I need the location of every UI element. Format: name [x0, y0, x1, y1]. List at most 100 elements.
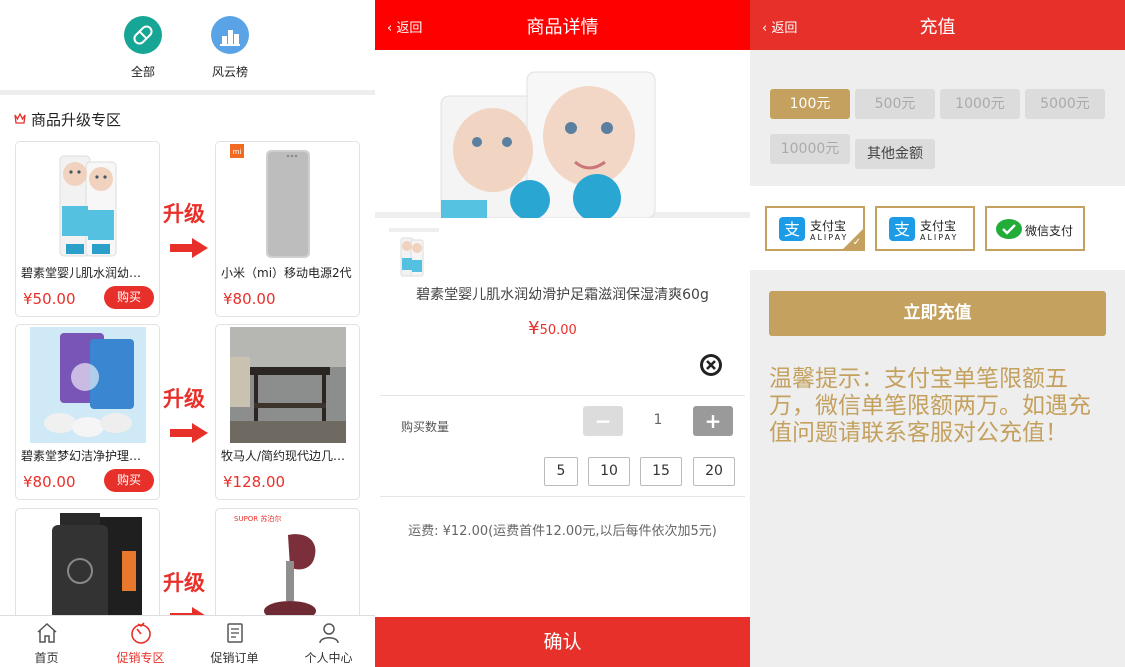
product-price: ¥80.00	[23, 473, 76, 491]
check-icon: ✓	[852, 237, 861, 248]
payment-label: 支付宝	[920, 219, 957, 233]
user-icon	[318, 623, 339, 644]
amount-option[interactable]: 5000元	[1025, 89, 1105, 119]
product-name: 小米（mi）移动电源2代	[221, 266, 352, 280]
product-card[interactable]: 牧马人/简约现代边几茶几 ¥128.00	[215, 324, 360, 500]
payment-label: 微信支付	[1025, 224, 1074, 238]
tab-profile[interactable]: 个人中心	[282, 616, 375, 667]
quantity-preset-button[interactable]: 5	[544, 457, 578, 486]
header-bar: ‹ 返回 充值	[750, 0, 1125, 50]
page-title: 商品详情	[526, 17, 599, 38]
upgrade-label: 升级	[163, 571, 205, 595]
product-name: 碧素堂婴儿肌水润幼滑护足霜滋润保湿清爽60g	[416, 287, 709, 303]
quantity-preset-button[interactable]: 15	[640, 457, 682, 486]
tab-orders[interactable]: 促销订单	[188, 616, 281, 667]
arrow-right-icon	[170, 423, 208, 443]
product-image	[30, 511, 146, 627]
svg-text:支: 支	[784, 220, 800, 239]
wechat-pay-icon	[995, 217, 1022, 241]
upgrade-label: 升级	[163, 387, 205, 411]
section-title: 商品升级专区	[14, 109, 121, 130]
quantity-preset-button[interactable]: 20	[693, 457, 735, 486]
product-card[interactable]: 碧素堂梦幻洁净护理兰花洗衣液 ¥80.00 购买	[15, 324, 160, 500]
quantity-minus-button[interactable]: −	[583, 406, 623, 436]
product-price: ¥128.00	[223, 473, 286, 491]
tab-home[interactable]: 首页	[0, 616, 93, 667]
product-name: 碧素堂梦幻洁净护理兰花洗衣液	[21, 449, 153, 463]
upgrade-indicator: 升级	[163, 383, 213, 453]
amount-option[interactable]: 500元	[855, 89, 935, 119]
divider	[380, 395, 745, 396]
confirm-button[interactable]: 确认	[375, 617, 750, 667]
price-value: 50.00	[539, 323, 577, 338]
product-hero-image	[375, 50, 750, 222]
buy-button[interactable]: 购买	[104, 286, 154, 309]
buy-button[interactable]: 购买	[104, 469, 154, 492]
divider	[380, 496, 745, 497]
quantity-preset-button[interactable]: 10	[588, 457, 630, 486]
amount-option[interactable]: 1000元	[940, 89, 1020, 119]
payment-option-alipay[interactable]: 支 支付宝 ALIPAY ✓	[765, 206, 865, 251]
page-title: 充值	[919, 17, 956, 38]
tab-promotion[interactable]: 促销专区	[94, 616, 187, 667]
quantity-value[interactable]: 1	[638, 412, 678, 428]
promotion-icon	[130, 622, 151, 644]
divider	[0, 90, 375, 95]
amount-option[interactable]: 100元	[770, 89, 850, 119]
product-price: ¥50.00	[23, 290, 76, 308]
other-amount-option[interactable]: 其他金额	[855, 139, 935, 169]
ranking-icon	[211, 16, 249, 54]
svg-text:mi: mi	[233, 148, 242, 156]
product-name: 牧马人/简约现代边几茶几	[221, 449, 353, 463]
currency-symbol: ¥	[528, 318, 540, 339]
payment-label: 支付宝	[810, 219, 847, 233]
quantity-plus-button[interactable]: +	[693, 406, 733, 436]
category-ranking[interactable]: 风云榜	[200, 16, 260, 80]
upgrade-label: 升级	[163, 202, 205, 226]
alipay-icon: 支	[889, 217, 915, 241]
home-icon	[37, 622, 56, 643]
category-all[interactable]: 全部	[113, 16, 173, 80]
product-card[interactable]: mi 小米（mi）移动电源2代 ¥80.00	[215, 141, 360, 317]
shipping-info: 运费: ¥12.00(运费首件12.00元,以后每件依次加5元)	[408, 524, 717, 539]
tab-label: 促销专区	[116, 651, 165, 665]
amount-option[interactable]: 10000元	[770, 134, 850, 164]
tips-text: 温馨提示：支付宝单笔限额五万，微信单笔限额两万。如遇充值问题请联系客服对公充值！	[769, 366, 1091, 446]
payment-option-alipay[interactable]: 支 支付宝 ALIPAY	[875, 206, 975, 251]
svg-text:SUPOR 苏泊尔: SUPOR 苏泊尔	[234, 514, 281, 523]
alipay-icon: 支	[779, 217, 805, 241]
order-icon	[226, 623, 243, 643]
pill-icon	[124, 16, 162, 54]
tab-label: 个人中心	[304, 651, 353, 665]
product-image	[30, 327, 146, 443]
category-bar: 全部 风云榜	[0, 0, 375, 90]
category-label: 全部	[130, 65, 155, 79]
payment-methods: 支 支付宝 ALIPAY ✓ 支 支付宝 ALIPAY 微信支付	[750, 186, 1125, 270]
svg-text:支: 支	[894, 220, 910, 239]
recharge-screen: ‹ 返回 充值 100元 500元 1000元 5000元 10000元 其他金…	[750, 0, 1125, 667]
bottom-tab-bar: 首页 促销专区 促销订单 个人中心	[0, 615, 375, 667]
product-image	[30, 144, 146, 260]
header-bar: ‹ 返回 商品详情	[375, 0, 750, 50]
product-detail-screen: ‹ 返回 商品详情 碧素堂婴儿肌水润幼滑护足霜滋润保湿清爽60g ¥50.00 …	[375, 0, 750, 667]
amount-options: 100元 500元 1000元 5000元 10000元 其他金额	[750, 50, 1125, 186]
promotion-screen: 全部 风云榜 商品升级专区 碧素堂婴儿肌水润幼滑护 ¥50.00 购买 升级 m…	[0, 0, 375, 667]
crown-icon	[14, 112, 26, 127]
product-card[interactable]: 碧素堂婴儿肌水润幼滑护足霜 ¥50.00 购买	[15, 141, 160, 317]
recharge-submit-button[interactable]: 立即充值	[769, 291, 1106, 336]
product-price: ¥50.00	[375, 318, 730, 339]
upgrade-indicator: 升级	[163, 198, 213, 268]
arrow-right-icon	[170, 238, 208, 258]
quantity-label: 购买数量	[401, 420, 450, 434]
close-icon[interactable]	[699, 353, 723, 377]
product-name: 碧素堂婴儿肌水润幼滑护足霜	[21, 266, 153, 280]
product-thumbnail[interactable]	[389, 228, 439, 280]
tab-label: 首页	[34, 651, 59, 665]
product-image: SUPOR 苏泊尔	[230, 511, 346, 627]
category-label: 风云榜	[211, 65, 248, 79]
product-image	[230, 327, 346, 443]
payment-sublabel: ALIPAY	[920, 233, 959, 242]
section-title-text: 商品升级专区	[31, 111, 122, 129]
payment-option-wechat[interactable]: 微信支付	[985, 206, 1085, 251]
product-price: ¥80.00	[223, 290, 276, 308]
